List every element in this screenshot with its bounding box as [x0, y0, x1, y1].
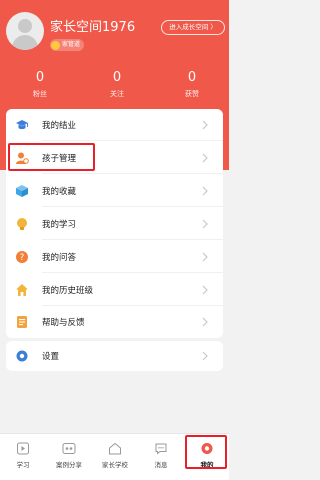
child-management-highlight — [8, 143, 95, 171]
avatar[interactable] — [6, 12, 44, 50]
role-badge-label: 家管道 — [62, 41, 81, 48]
school-icon — [109, 442, 121, 455]
message-icon — [155, 443, 167, 455]
stat-followers-value: 0 — [35, 70, 45, 85]
chevron-right-icon — [202, 252, 208, 262]
enter-growth-space-button[interactable]: 进入成长空间 〉 — [161, 20, 225, 35]
graduation-cap-icon — [15, 118, 29, 132]
menu-item-help-feedback[interactable]: 帮助与反馈 — [6, 306, 223, 338]
menu-item-settings[interactable]: 设置 — [6, 340, 223, 372]
chevron-right-icon — [202, 153, 208, 163]
menu-item-graduation-label: 我的结业 — [42, 121, 77, 131]
menu-item-history-classes-label: 我的历史班级 — [42, 286, 94, 296]
stat-followers[interactable]: 0 粉丝 — [10, 70, 70, 99]
feedback-icon — [15, 315, 29, 329]
tab-case-share[interactable]: 案例分享 — [46, 434, 92, 480]
chevron-right-icon — [202, 186, 208, 196]
chevron-right-icon — [202, 219, 208, 229]
chevron-right-icon — [202, 317, 208, 327]
tab-study[interactable]: 学习 — [0, 434, 46, 480]
divider — [42, 206, 223, 207]
role-badge: 家管道 — [50, 39, 85, 51]
tab-parent-school-label: 家长学校 — [102, 461, 128, 469]
menu-item-help-feedback-label: 帮助与反馈 — [42, 318, 85, 328]
stat-likes-label: 获赞 — [185, 90, 199, 98]
chevron-right-icon — [202, 351, 208, 361]
menu-item-favorites-label: 我的收藏 — [42, 187, 77, 197]
study-icon — [17, 442, 29, 455]
gear-icon — [15, 349, 29, 363]
medal-icon — [51, 40, 60, 50]
divider — [42, 272, 223, 273]
lightbulb-icon — [15, 217, 29, 231]
profile-page: 家长空间1976 家管道 进入成长空间 〉 0 粉丝 0 关注 0 获赞 我的结… — [0, 0, 229, 480]
stat-likes[interactable]: 0 获赞 — [162, 70, 222, 99]
chevron-right-icon — [202, 120, 208, 130]
menu-item-history-classes[interactable]: 我的历史班级 — [6, 274, 223, 306]
tab-study-label: 学习 — [16, 461, 30, 469]
tab-case-share-label: 案例分享 — [56, 461, 82, 469]
svg-text:?: ? — [20, 253, 25, 263]
avatar-body-shape — [12, 35, 38, 50]
menu-item-favorites[interactable]: 我的收藏 — [6, 175, 223, 207]
tab-messages[interactable]: 消息 — [138, 434, 184, 480]
case-share-icon — [62, 443, 76, 454]
username: 家长空间1976 — [50, 20, 136, 35]
stat-following[interactable]: 0 关注 — [87, 70, 147, 99]
home-icon — [15, 283, 29, 297]
settings-card: 设置 — [6, 341, 223, 371]
stat-followers-label: 粉丝 — [33, 90, 47, 98]
avatar-head-shape — [18, 19, 32, 33]
tab-messages-label: 消息 — [154, 461, 168, 469]
menu-item-qa-label: 我的问答 — [42, 253, 77, 263]
stat-following-label: 关注 — [110, 90, 124, 98]
divider — [42, 239, 223, 240]
menu-item-my-study-label: 我的学习 — [42, 220, 77, 230]
box-icon — [15, 184, 29, 198]
menu-item-qa[interactable]: ? 我的问答 — [6, 241, 223, 273]
menu-item-graduation[interactable]: 我的结业 — [6, 109, 223, 141]
divider — [42, 173, 223, 174]
menu-item-my-study[interactable]: 我的学习 — [6, 208, 223, 240]
stat-likes-value: 0 — [187, 70, 197, 85]
divider — [42, 140, 223, 141]
tab-parent-school[interactable]: 家长学校 — [92, 434, 138, 480]
mine-tab-highlight — [185, 435, 227, 469]
menu-item-settings-label: 设置 — [42, 352, 60, 362]
question-icon: ? — [15, 250, 29, 264]
stat-following-value: 0 — [112, 70, 122, 85]
chevron-right-icon — [202, 285, 208, 295]
